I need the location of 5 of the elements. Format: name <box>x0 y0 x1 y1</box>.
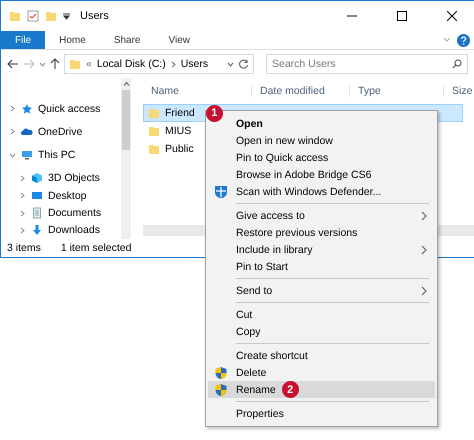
item-count: 3 items <box>7 242 41 254</box>
step-badge: 2 <box>282 381 299 398</box>
step-badge: 1 <box>206 104 223 122</box>
selection-count: 1 item selected <box>60 242 132 254</box>
window-title: Users <box>80 10 110 22</box>
